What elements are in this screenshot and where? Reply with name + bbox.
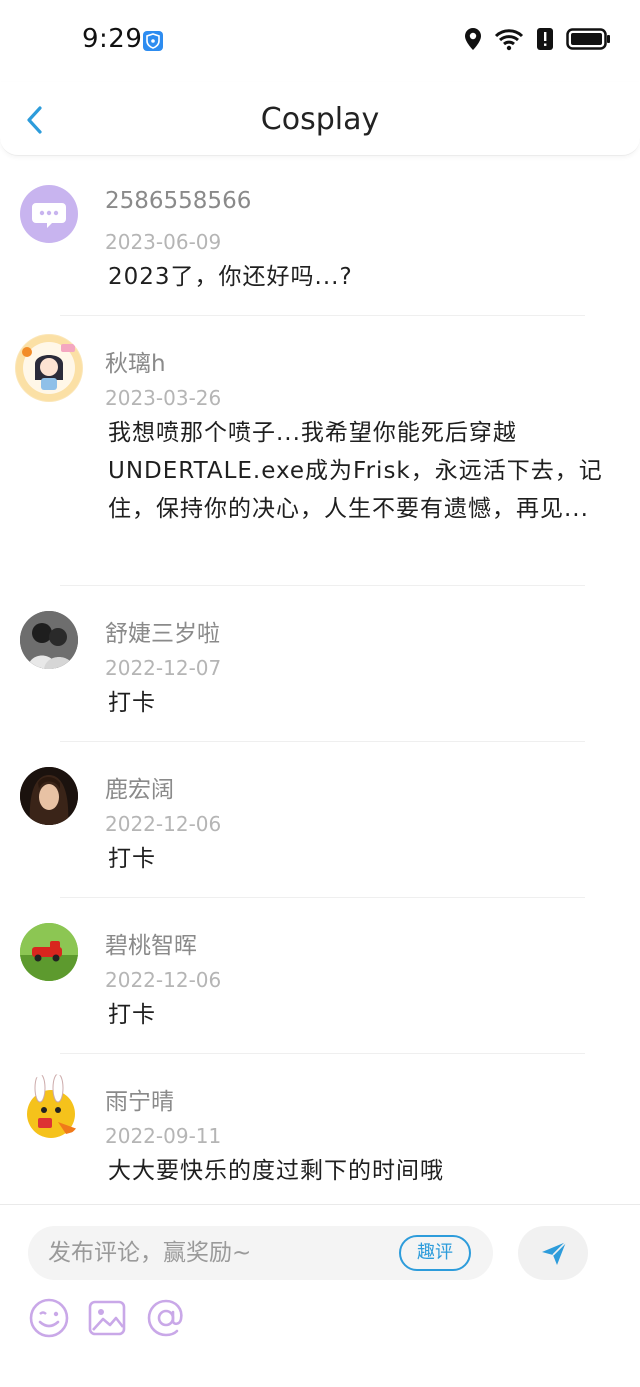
comment-input[interactable] bbox=[48, 1226, 408, 1280]
wifi-icon bbox=[494, 27, 524, 55]
comment-item: 雨宁晴 2022-09-11 大大要快乐的度过剩下的时间哦 bbox=[0, 1054, 640, 1194]
comment-item: 鹿宏阔 2022-12-06 打卡 bbox=[0, 742, 640, 898]
comment-content: 大大要快乐的度过剩下的时间哦 bbox=[108, 1158, 444, 1184]
quping-badge-button[interactable]: 趣评 bbox=[399, 1235, 471, 1271]
comment-item: 碧桃智晖 2022-12-06 打卡 bbox=[0, 898, 640, 1054]
comment-content: 打卡 bbox=[108, 690, 156, 716]
comment-author[interactable]: 秋璃h bbox=[105, 344, 166, 378]
send-icon bbox=[542, 1241, 567, 1265]
comment-author[interactable]: 2586558566 bbox=[105, 188, 251, 214]
image-icon[interactable] bbox=[86, 1297, 128, 1339]
battery-icon bbox=[566, 27, 612, 55]
comment-list: 2586558566 2023-06-09 2023了，你还好吗...? 秋璃h… bbox=[0, 160, 640, 1194]
comment-author[interactable]: 鹿宏阔 bbox=[105, 770, 174, 804]
comment-composer: 趣评 bbox=[0, 1204, 640, 1387]
comment-item: 秋璃h 2023-03-26 我想喷那个喷子...我希望你能死后穿越UNDERT… bbox=[0, 316, 640, 586]
comment-date: 2023-03-26 bbox=[105, 386, 222, 410]
alert-icon bbox=[536, 27, 554, 55]
avatar[interactable] bbox=[20, 923, 78, 981]
page-title: Cosplay bbox=[260, 102, 380, 137]
comment-content: 打卡 bbox=[108, 1002, 156, 1028]
comment-item: 舒婕三岁啦 2022-12-07 打卡 bbox=[0, 586, 640, 742]
comment-date: 2022-12-06 bbox=[105, 968, 222, 992]
avatar[interactable] bbox=[18, 1074, 84, 1140]
comment-box: 趣评 bbox=[28, 1226, 493, 1280]
location-icon bbox=[464, 27, 482, 55]
avatar[interactable] bbox=[20, 185, 78, 243]
comment-content: 2023了，你还好吗...? bbox=[108, 264, 353, 290]
comment-date: 2022-12-07 bbox=[105, 656, 222, 680]
comment-author[interactable]: 舒婕三岁啦 bbox=[105, 614, 220, 648]
top-bar: Cosplay bbox=[0, 82, 640, 156]
comment-author[interactable]: 碧桃智晖 bbox=[105, 926, 197, 960]
comment-item: 2586558566 2023-06-09 2023了，你还好吗...? bbox=[0, 160, 640, 316]
avatar[interactable] bbox=[15, 334, 83, 402]
avatar[interactable] bbox=[20, 767, 78, 825]
shield-icon bbox=[143, 31, 163, 51]
send-button[interactable] bbox=[518, 1226, 588, 1280]
status-time: 9:29 bbox=[82, 24, 143, 54]
avatar[interactable] bbox=[20, 611, 78, 669]
status-bar: 9:29 bbox=[0, 0, 640, 82]
comment-date: 2022-09-11 bbox=[105, 1124, 222, 1148]
comment-date: 2022-12-06 bbox=[105, 812, 222, 836]
comment-author[interactable]: 雨宁晴 bbox=[105, 1082, 174, 1116]
mention-icon[interactable] bbox=[145, 1297, 187, 1339]
comment-content: 打卡 bbox=[108, 846, 156, 872]
comment-content: 我想喷那个喷子...我希望你能死后穿越UNDERTALE.exe成为Frisk，… bbox=[108, 420, 603, 522]
emoji-icon[interactable] bbox=[28, 1297, 70, 1339]
comment-date: 2023-06-09 bbox=[105, 230, 222, 254]
